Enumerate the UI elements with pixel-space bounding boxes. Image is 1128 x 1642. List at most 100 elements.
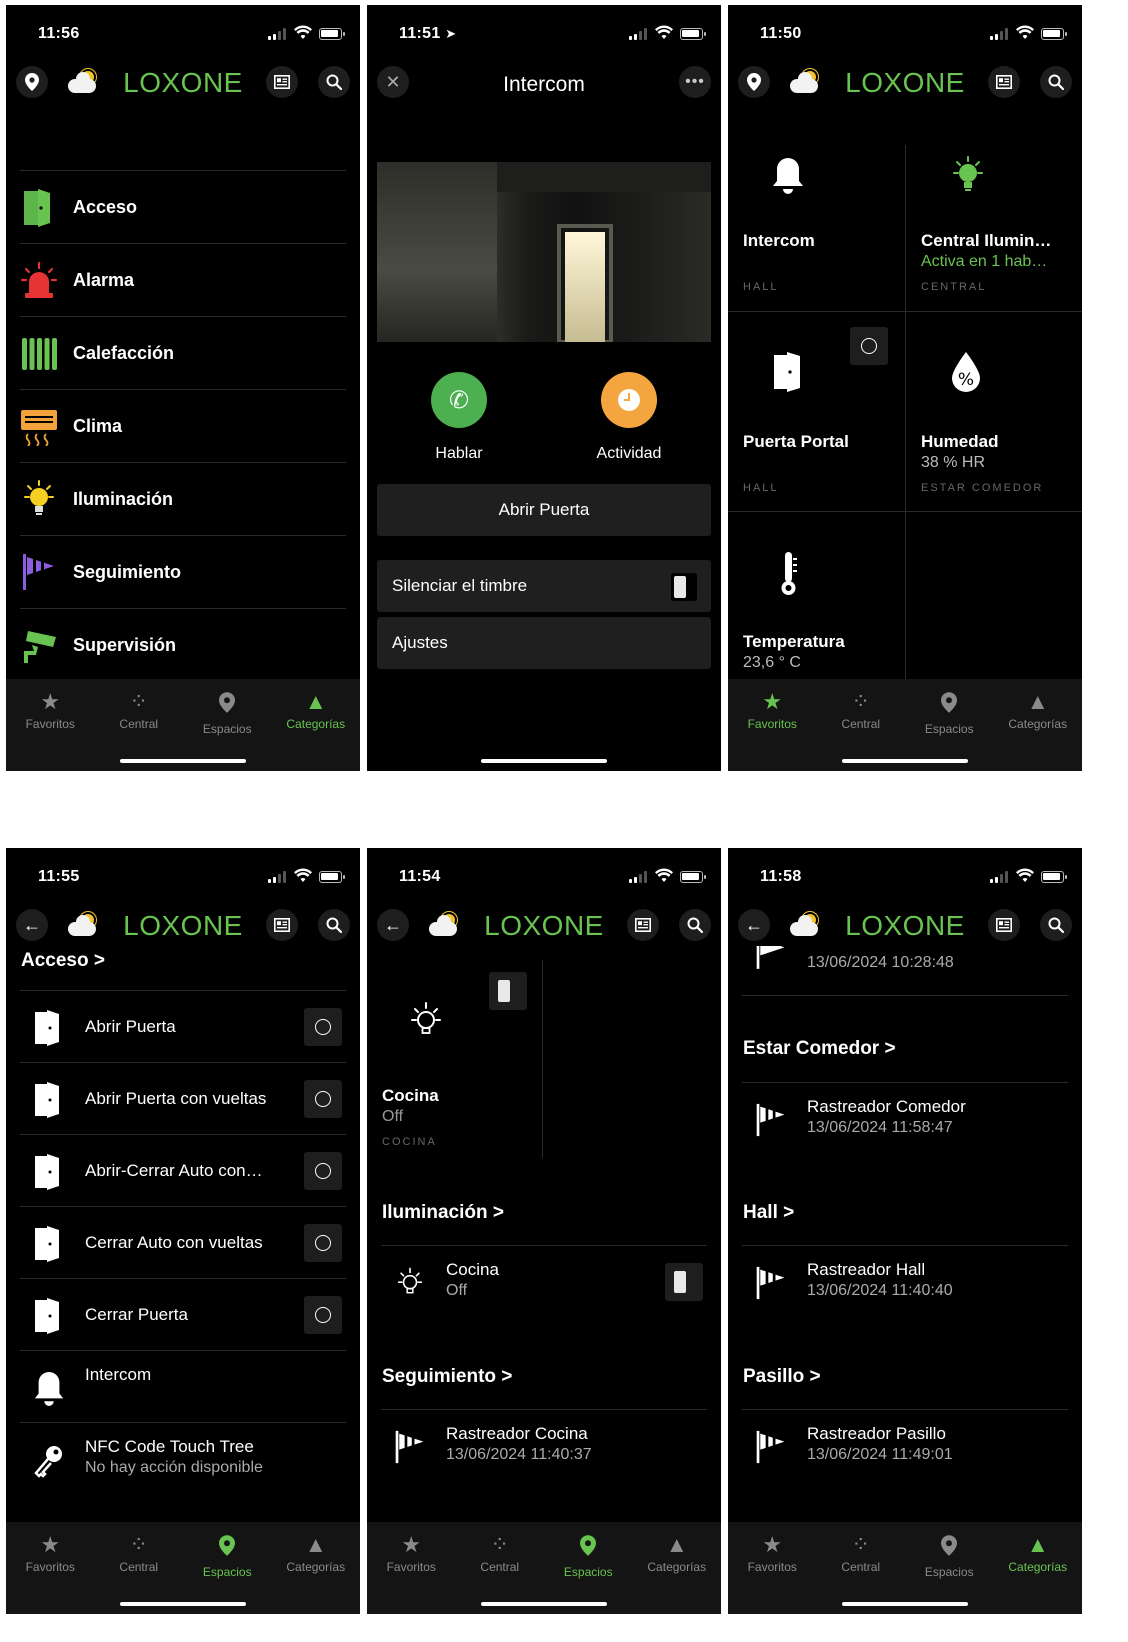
star-icon: ★ xyxy=(40,1532,61,1557)
search-button[interactable] xyxy=(318,909,350,941)
tab-espacios[interactable]: Espacios xyxy=(183,687,272,736)
tab-espacios[interactable]: Espacios xyxy=(905,1530,994,1579)
section-heading-hall[interactable]: Hall > xyxy=(743,1202,794,1224)
tracker-flag-icon xyxy=(754,946,788,972)
battery-icon xyxy=(319,871,345,883)
news-button[interactable] xyxy=(988,909,1020,941)
category-item-calefaccion[interactable]: Calefacción xyxy=(20,317,346,390)
more-button[interactable]: ••• xyxy=(679,66,711,98)
tab-central[interactable]: ⁘ Central xyxy=(817,1530,906,1574)
tile-humedad[interactable]: % Humedad 38 % HR ESTAR COMEDOR xyxy=(905,312,1081,512)
action-button[interactable] xyxy=(304,1080,342,1118)
list-item[interactable]: Cocina Off xyxy=(381,1245,707,1321)
tab-central[interactable]: ⁘ Central xyxy=(95,1530,184,1574)
news-button[interactable] xyxy=(627,909,659,941)
list-item[interactable]: Rastreador Hall 13/06/2024 11:40:40 xyxy=(742,1245,1068,1321)
action-button[interactable] xyxy=(304,1008,342,1046)
list-item[interactable]: Abrir-Cerrar Auto con… xyxy=(20,1134,346,1206)
category-item-seguimiento[interactable]: Seguimiento xyxy=(20,536,346,609)
list-item[interactable]: Cerrar Puerta xyxy=(20,1278,346,1350)
tab-favoritos[interactable]: ★ Favoritos xyxy=(367,1530,456,1574)
action-button[interactable] xyxy=(304,1224,342,1262)
door-icon xyxy=(32,1296,66,1336)
search-button[interactable] xyxy=(679,909,711,941)
section-heading-pasillo[interactable]: Pasillo > xyxy=(743,1366,821,1388)
section-heading-estar-comedor[interactable]: Estar Comedor > xyxy=(743,1038,896,1060)
tab-espacios[interactable]: Espacios xyxy=(544,1530,633,1579)
page-title: Intercom xyxy=(503,73,585,96)
list-item-partial[interactable]: 13/06/2024 10:28:48 xyxy=(742,944,1068,996)
camera-video-feed[interactable] xyxy=(377,162,711,342)
cocina-light-toggle[interactable] xyxy=(489,972,527,1010)
tab-espacios[interactable]: Espacios xyxy=(183,1530,272,1579)
home-indicator[interactable] xyxy=(120,1602,246,1606)
loxone-logo: LOXONE xyxy=(123,910,243,941)
tracker-flag-icon xyxy=(754,1263,788,1303)
wifi-icon xyxy=(1016,25,1034,39)
news-button[interactable] xyxy=(988,66,1020,98)
tab-categorias[interactable]: ▲ Categorías xyxy=(994,1530,1083,1574)
door-icon xyxy=(32,1008,66,1048)
list-item[interactable]: Abrir Puerta xyxy=(20,990,346,1062)
cellular-signal-icon xyxy=(990,871,1008,883)
home-indicator[interactable] xyxy=(120,759,246,763)
tab-central[interactable]: ⁘ Central xyxy=(817,687,906,731)
tab-central[interactable]: ⁘ Central xyxy=(456,1530,545,1574)
puerta-portal-action-button[interactable] xyxy=(850,327,888,365)
home-indicator[interactable] xyxy=(481,1602,607,1606)
tracker-flag-icon xyxy=(754,1100,788,1140)
tab-categorias[interactable]: ▲ Categorías xyxy=(272,1530,361,1574)
action-button[interactable] xyxy=(304,1296,342,1334)
tab-bar: ★ Favoritos ⁘ Central Espacios ▲ Categorías xyxy=(6,1522,360,1614)
news-button[interactable] xyxy=(266,66,298,98)
status-bar: 11:54 xyxy=(367,848,721,904)
category-item-alarma[interactable]: Alarma xyxy=(20,244,346,317)
search-button[interactable] xyxy=(1040,909,1072,941)
talk-button[interactable]: ✆ Hablar xyxy=(399,372,519,463)
battery-icon xyxy=(1041,28,1067,40)
tab-categorias[interactable]: ▲ Categorías xyxy=(633,1530,722,1574)
tab-bar: ★ Favoritos ⁘ Central Espacios ▲ Categorías xyxy=(6,679,360,771)
home-indicator[interactable] xyxy=(842,759,968,763)
section-heading-seguimiento[interactable]: Seguimiento > xyxy=(382,1366,512,1388)
list-item[interactable]: NFC Code Touch Tree No hay acción dispon… xyxy=(20,1422,346,1494)
section-heading-acceso[interactable]: Acceso > xyxy=(21,950,105,972)
list-item[interactable]: Cerrar Auto con vueltas xyxy=(20,1206,346,1278)
category-label: Acceso xyxy=(73,196,138,217)
tab-favoritos[interactable]: ★ Favoritos xyxy=(728,687,817,731)
list-item[interactable]: Rastreador Pasillo 13/06/2024 11:49:01 xyxy=(742,1409,1068,1485)
home-indicator[interactable] xyxy=(842,1602,968,1606)
activity-button[interactable]: Actividad xyxy=(569,372,689,463)
list-item[interactable]: Intercom xyxy=(20,1350,346,1422)
tab-favoritos[interactable]: ★ Favoritos xyxy=(6,1530,95,1574)
tab-central[interactable]: ⁘ Central xyxy=(95,687,184,731)
list-item[interactable]: Abrir Puerta con vueltas xyxy=(20,1062,346,1134)
tab-bar: ★ Favoritos ⁘ Central Espacios ▲ Categorías xyxy=(728,679,1082,771)
news-button[interactable] xyxy=(266,909,298,941)
search-icon xyxy=(1048,917,1064,933)
section-heading-iluminacion[interactable]: Iluminación > xyxy=(382,1202,504,1224)
tab-espacios[interactable]: Espacios xyxy=(905,687,994,736)
mute-bell-toggle[interactable] xyxy=(671,573,697,601)
light-toggle[interactable] xyxy=(665,1263,703,1301)
humidity-icon: % xyxy=(948,350,984,392)
list-item[interactable]: Rastreador Comedor 13/06/2024 11:58:47 xyxy=(742,1082,1068,1158)
settings-button[interactable]: Ajustes xyxy=(377,617,711,669)
category-item-clima[interactable]: Clima xyxy=(20,390,346,463)
home-indicator[interactable] xyxy=(481,759,607,763)
category-item-iluminacion[interactable]: Iluminación xyxy=(20,463,346,536)
search-button[interactable] xyxy=(318,66,350,98)
categories-icon: ▲ xyxy=(1026,689,1049,714)
wifi-icon xyxy=(294,25,312,39)
status-time: 11:55 xyxy=(38,868,80,885)
category-item-supervision[interactable]: Supervisión xyxy=(20,609,346,682)
category-item-acceso[interactable]: Acceso xyxy=(20,171,346,244)
action-button[interactable] xyxy=(304,1152,342,1190)
list-item[interactable]: Rastreador Cocina 13/06/2024 11:40:37 xyxy=(381,1409,707,1485)
tab-categorias[interactable]: ▲ Categorías xyxy=(272,687,361,731)
search-button[interactable] xyxy=(1040,66,1072,98)
tab-favoritos[interactable]: ★ Favoritos xyxy=(728,1530,817,1574)
tab-categorias[interactable]: ▲ Categorías xyxy=(994,687,1083,731)
open-door-button[interactable]: Abrir Puerta xyxy=(377,484,711,536)
tab-favoritos[interactable]: ★ Favoritos xyxy=(6,687,95,731)
